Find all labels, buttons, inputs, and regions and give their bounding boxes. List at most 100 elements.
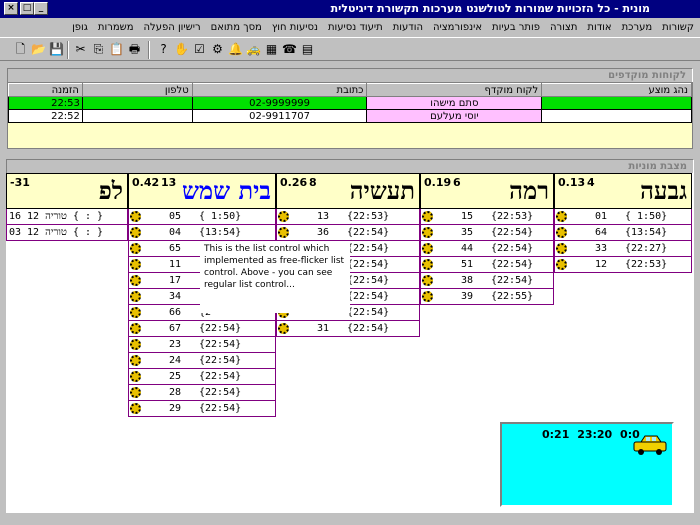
taxi-row[interactable]: 13 {22:53} xyxy=(276,209,420,225)
col-client[interactable]: לקוח מוקדף xyxy=(366,83,543,97)
taxi-row[interactable]: 51 {22:54} xyxy=(420,257,554,273)
col-order[interactable]: הזמנה xyxy=(8,83,83,97)
taxi-row[interactable]: 25 {22:54} xyxy=(128,369,276,385)
phone-icon[interactable]: ☎ xyxy=(281,41,298,58)
table-row[interactable]: 22:53 02-9999999 סתם מישהו xyxy=(8,96,692,110)
station-avg: 0.42 xyxy=(132,176,160,189)
taxi-status-icon xyxy=(556,211,567,222)
taxi-status-icon xyxy=(130,323,141,334)
menu-item[interactable]: פותר בעיות xyxy=(492,22,540,33)
taxi-status-icon xyxy=(556,259,567,270)
taxi-status-icon xyxy=(422,227,433,238)
hand-icon[interactable]: ✋ xyxy=(173,41,190,58)
taxi-row[interactable]: 44 {22:54} xyxy=(420,241,554,257)
print-icon[interactable]: 🖶 xyxy=(126,41,143,58)
paste-icon[interactable]: 📋 xyxy=(108,41,125,58)
taxi-row[interactable]: 36 {22:54} xyxy=(276,225,420,241)
menu-item[interactable]: תיעוד נסיעות xyxy=(328,22,383,33)
taxi-status-icon xyxy=(278,227,289,238)
station-header[interactable]: 0.26 8 תעשיה xyxy=(276,173,420,209)
taxi-status-icon xyxy=(556,227,567,238)
taxi-row[interactable]: 35 {22:54} xyxy=(420,225,554,241)
station-name: רמה xyxy=(509,176,549,205)
station-avg: 0.26 xyxy=(280,176,308,189)
taxi-status-icon xyxy=(130,211,141,222)
taxi-row[interactable]: 64 {13:54} xyxy=(554,225,692,241)
taxi-row[interactable]: 28 {22:54} xyxy=(128,385,276,401)
stations-panel-title: מצבת מוניות xyxy=(6,159,694,174)
bell-icon[interactable]: 🔔 xyxy=(227,41,244,58)
taxi-row[interactable]: 38 {22:54} xyxy=(420,273,554,289)
toolbar: 🗋 📂 💾 ✂ ⎘ 📋 🖶 ? ✋ ☑ ⚙ 🔔 🚕 ▦ ☎ ▤ xyxy=(0,37,700,61)
taxi-row[interactable]: 15 {22:53} xyxy=(420,209,554,225)
station-header[interactable]: -31 לפ xyxy=(6,173,128,209)
menu-item[interactable]: תצורה xyxy=(550,22,577,33)
taxi-status-icon xyxy=(130,291,141,302)
station-count: 13 xyxy=(161,176,177,189)
station-header[interactable]: 0.19 6 רמה xyxy=(420,173,554,209)
close-button[interactable]: × xyxy=(4,2,18,15)
calendar-icon[interactable]: ▦ xyxy=(263,41,280,58)
table-row[interactable]: 22:52 02-9911707 יוסי מעלעם xyxy=(8,109,692,123)
taxi-status-icon xyxy=(130,243,141,254)
taxi-status-icon xyxy=(422,211,433,222)
menu-item[interactable]: משמרות xyxy=(98,22,134,33)
taxi-row[interactable]: 39 {22:55} xyxy=(420,289,554,305)
menu-bar: קשורות מערכת אודות תצורה פותר בעיות אינפורמצי… xyxy=(0,18,700,36)
taxi-status-icon xyxy=(130,275,141,286)
menu-item[interactable]: מסך מתואם xyxy=(211,22,262,33)
cut-icon[interactable]: ✂ xyxy=(72,41,89,58)
minimize-button[interactable]: _ xyxy=(34,2,48,15)
taxi-status-icon xyxy=(278,323,289,334)
layout-icon[interactable]: ▤ xyxy=(299,41,316,58)
menu-item[interactable]: מערכת xyxy=(622,22,653,33)
taxi-row[interactable]: 67 {22:54} xyxy=(128,321,276,337)
clients-table[interactable]: הזמנה טלפון כתובת לקוח מוקדף נהג מוצע 22… xyxy=(8,83,692,123)
station-header[interactable]: 0.13 4 גבעה xyxy=(554,173,692,209)
station-avg: -31 xyxy=(10,176,30,189)
taxi-row[interactable]: 33 {22:27} xyxy=(554,241,692,257)
menu-item[interactable]: גופן xyxy=(72,22,88,33)
taxi-row[interactable]: 29 {22:54} xyxy=(128,401,276,417)
menu-item[interactable]: אודות xyxy=(587,22,611,33)
open-folder-icon[interactable]: 📂 xyxy=(30,41,47,58)
col-address[interactable]: כתובת xyxy=(191,83,368,97)
help-icon[interactable]: ? xyxy=(155,41,172,58)
station-avg: 0.13 xyxy=(558,176,586,189)
taxi-row[interactable]: 24 {22:54} xyxy=(128,353,276,369)
taxi-row[interactable]: 05{ 1:50} xyxy=(128,209,276,225)
menu-item[interactable]: קשורות xyxy=(662,22,694,33)
taxi-row[interactable]: 31 {22:54} xyxy=(276,321,420,337)
taxi-row[interactable]: 12 {22:53} xyxy=(554,257,692,273)
station-count: 6 xyxy=(453,176,461,189)
station-name: גבעה xyxy=(640,176,687,205)
taxi-cab-icon xyxy=(633,435,667,455)
clock-readout: 0:21 23:20 0:0 xyxy=(542,428,640,441)
tools-icon[interactable]: ⚙ xyxy=(209,41,226,58)
window-title: מונית - כל הזכויות שמורות לטולשנט מערכות… xyxy=(330,2,650,15)
taxi-icon[interactable]: 🚕 xyxy=(245,41,262,58)
new-file-icon[interactable]: 🗋 xyxy=(12,41,29,58)
taxi-status-icon xyxy=(130,227,141,238)
taxi-row[interactable]: 04 {13:54} xyxy=(128,225,276,241)
taxi-row[interactable]: 01{ 1:50} xyxy=(554,209,692,225)
col-phone[interactable]: טלפון xyxy=(81,83,193,97)
station-header[interactable]: 0.42 13 בית שמש xyxy=(128,173,276,209)
taxi-status-icon xyxy=(278,211,289,222)
menu-item[interactable]: הודעות xyxy=(393,22,423,33)
menu-item[interactable]: נסיעות חוץ xyxy=(272,22,318,33)
taxi-row[interactable]: 03{ : } טוריה 12 xyxy=(6,225,128,241)
taxi-row[interactable]: 23 {22:54} xyxy=(128,337,276,353)
save-icon[interactable]: 💾 xyxy=(48,41,65,58)
menu-item[interactable]: אינפורמציה xyxy=(433,22,482,33)
copy-icon[interactable]: ⎘ xyxy=(90,41,107,58)
menu-item[interactable]: רישיון הפעלה xyxy=(144,22,201,33)
taxi-row[interactable]: 16{ : } טוריה 12 xyxy=(6,209,128,225)
maximize-button[interactable]: □ xyxy=(20,2,34,15)
clock-panel: 0:21 23:20 0:0 xyxy=(500,422,674,507)
taxi-status-icon xyxy=(422,275,433,286)
station-name: בית שמש xyxy=(181,176,271,205)
checklist-icon[interactable]: ☑ xyxy=(191,41,208,58)
station-name: תעשיה xyxy=(349,176,415,205)
col-driver[interactable]: נהג מוצע xyxy=(541,83,692,97)
